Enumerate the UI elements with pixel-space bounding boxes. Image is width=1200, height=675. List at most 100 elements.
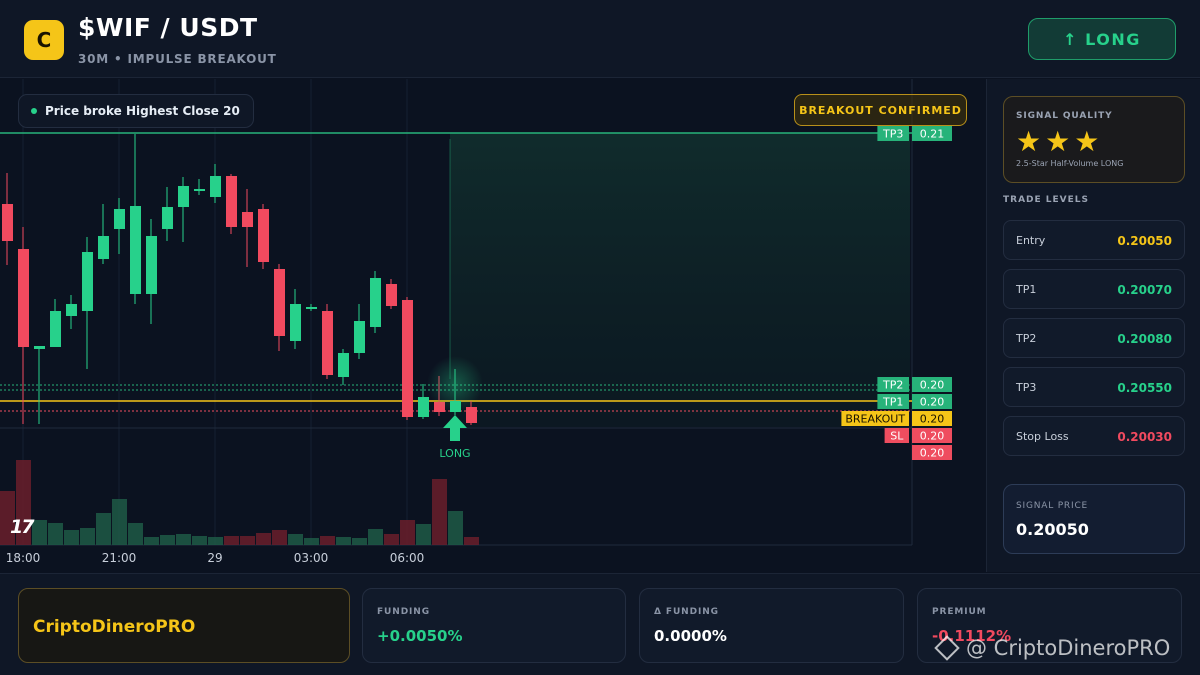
candle bbox=[210, 164, 221, 203]
candle-body bbox=[322, 311, 333, 375]
volume-bar bbox=[176, 534, 191, 545]
price-tag-value: 0.20 bbox=[920, 430, 945, 443]
volume-bar bbox=[432, 479, 447, 545]
candle-body bbox=[338, 353, 349, 377]
candle-body bbox=[34, 346, 45, 349]
volume-bar bbox=[96, 513, 111, 545]
time-axis-labels: 18:00 21:00 29 03:00 06:00 bbox=[6, 551, 425, 565]
long-button[interactable]: ↑ LONG bbox=[1028, 18, 1176, 60]
volume-bar bbox=[320, 536, 335, 545]
signal-glow bbox=[427, 356, 483, 412]
candlestick-chart[interactable]: LONG TP3 0.21TP2 0.20TP1 0.20BREAKOUT 0.20SL… bbox=[0, 79, 985, 572]
candle bbox=[50, 299, 61, 347]
brand-card: CriptoDineroPRO bbox=[18, 588, 350, 663]
candle-body bbox=[98, 236, 109, 259]
price-tag: BREAKOUT 0.20 bbox=[841, 411, 952, 426]
candle bbox=[98, 204, 109, 264]
time-axis-label: 06:00 bbox=[390, 551, 425, 565]
volume-bar bbox=[288, 534, 303, 545]
trade-level-row: Entry 0.20050 bbox=[1003, 220, 1185, 260]
candle-body bbox=[66, 304, 77, 316]
candle bbox=[290, 289, 301, 349]
time-axis-label: 21:00 bbox=[102, 551, 137, 565]
candle-body bbox=[50, 311, 61, 347]
price-tag-value: 0.20 bbox=[920, 379, 945, 392]
funding-card: FUNDING +0.0050% bbox=[362, 588, 626, 663]
trade-level-name: TP2 bbox=[1016, 332, 1037, 345]
volume-bar bbox=[112, 499, 127, 545]
price-break-pill: Price broke Highest Close 20 bbox=[18, 94, 254, 128]
price-tag-value: 0.21 bbox=[920, 128, 945, 141]
candle-body bbox=[290, 304, 301, 341]
candle bbox=[418, 384, 429, 419]
signal-quality-card: SIGNAL QUALITY ★★★ 2.5-Star Half-Volume … bbox=[1003, 96, 1185, 183]
chart-grid bbox=[22, 79, 408, 545]
time-axis-label: 03:00 bbox=[294, 551, 329, 565]
candle-body bbox=[306, 307, 317, 309]
signal-quality-description: 2.5-Star Half-Volume LONG bbox=[1016, 159, 1124, 168]
candle bbox=[82, 237, 93, 369]
volume-bar bbox=[144, 537, 159, 545]
volume-bar bbox=[240, 536, 255, 545]
candle bbox=[338, 349, 349, 385]
trade-level-value: 0.20030 bbox=[1117, 430, 1172, 444]
candle bbox=[2, 173, 13, 265]
candle bbox=[34, 346, 45, 424]
volume-bar bbox=[448, 511, 463, 545]
star-rating-icon: ★★★ bbox=[1016, 125, 1104, 158]
volume-bar bbox=[256, 533, 271, 545]
candle bbox=[18, 227, 29, 424]
candle bbox=[114, 198, 125, 254]
binance-square-icon bbox=[934, 635, 960, 661]
price-tag: TP3 0.21 bbox=[877, 126, 952, 141]
trade-level-name: Entry bbox=[1016, 234, 1046, 247]
price-tag: 0.20 bbox=[912, 445, 952, 460]
trade-level-row: TP1 0.20070 bbox=[1003, 269, 1185, 309]
candle-body bbox=[114, 209, 125, 229]
price-chart[interactable]: LONG TP3 0.21 TP2 0.20 TP1 0.20 BREAKOUT 0.20 SL… bbox=[0, 79, 985, 572]
volume-bar bbox=[160, 535, 175, 545]
delta-funding-card: Δ FUNDING 0.0000% bbox=[639, 588, 904, 663]
signal-price-card: SIGNAL PRICE 0.20050 bbox=[1003, 484, 1185, 554]
price-tag-value: 0.20 bbox=[920, 447, 945, 460]
candle bbox=[306, 304, 317, 311]
trade-level-value: 0.20080 bbox=[1117, 332, 1172, 346]
time-axis-label: 18:00 bbox=[6, 551, 41, 565]
timeframe-subtitle: 30M • IMPULSE BREAKOUT bbox=[78, 52, 277, 66]
candle bbox=[402, 297, 413, 420]
trade-level-name: Stop Loss bbox=[1016, 430, 1069, 443]
volume-bar bbox=[64, 530, 79, 545]
volume-bar bbox=[384, 534, 399, 545]
candle-body bbox=[258, 209, 269, 262]
trade-level-value: 0.20550 bbox=[1117, 381, 1172, 395]
candle bbox=[370, 271, 381, 333]
volume-bar bbox=[368, 529, 383, 545]
candles bbox=[2, 134, 477, 425]
candle-body bbox=[210, 176, 221, 197]
candle-body bbox=[242, 212, 253, 227]
volume-bar bbox=[80, 528, 95, 545]
price-tag-label: BREAKOUT bbox=[845, 413, 905, 426]
candle-body bbox=[354, 321, 365, 353]
candle bbox=[66, 295, 77, 329]
candle bbox=[178, 177, 189, 242]
tradingview-logo-icon: 17 bbox=[10, 516, 34, 538]
brand-name: CriptoDineroPRO bbox=[33, 617, 196, 637]
take-profit-zone bbox=[450, 133, 910, 427]
price-tag: TP2 0.20 bbox=[877, 377, 952, 392]
funding-label: FUNDING bbox=[377, 607, 431, 617]
volume-bar bbox=[304, 538, 319, 545]
trade-level-value: 0.20070 bbox=[1117, 283, 1172, 297]
candle-body bbox=[18, 249, 29, 347]
signal-price-label: SIGNAL PRICE bbox=[1016, 501, 1089, 511]
candle bbox=[194, 179, 205, 195]
volume-bar bbox=[128, 523, 143, 545]
trade-level-value: 0.20050 bbox=[1117, 234, 1172, 248]
candle-body bbox=[274, 269, 285, 336]
price-tag-label: SL bbox=[890, 430, 904, 443]
premium-label: PREMIUM bbox=[932, 607, 987, 617]
trade-level-row: Stop Loss 0.20030 bbox=[1003, 416, 1185, 456]
time-axis-label: 29 bbox=[207, 551, 222, 565]
volume-bar bbox=[352, 538, 367, 545]
trade-level-name: TP3 bbox=[1016, 381, 1037, 394]
